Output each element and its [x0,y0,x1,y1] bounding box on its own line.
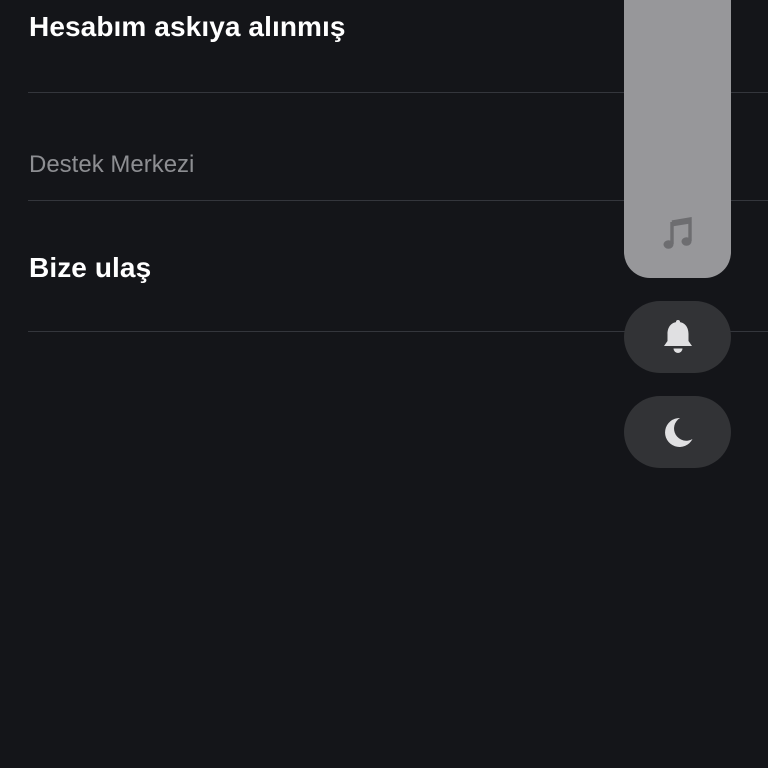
volume-slider[interactable] [624,0,731,278]
music-note-icon [663,216,692,249]
menu-item-account-suspended[interactable]: Hesabım askıya alınmış [29,13,346,41]
moon-icon [664,417,692,447]
notification-toggle-button[interactable] [624,301,731,373]
menu-item-contact-us[interactable]: Bize ulaş [29,254,151,282]
section-header-support-center: Destek Merkezi [29,151,195,178]
bell-icon [663,320,692,353]
do-not-disturb-toggle-button[interactable] [624,396,731,468]
